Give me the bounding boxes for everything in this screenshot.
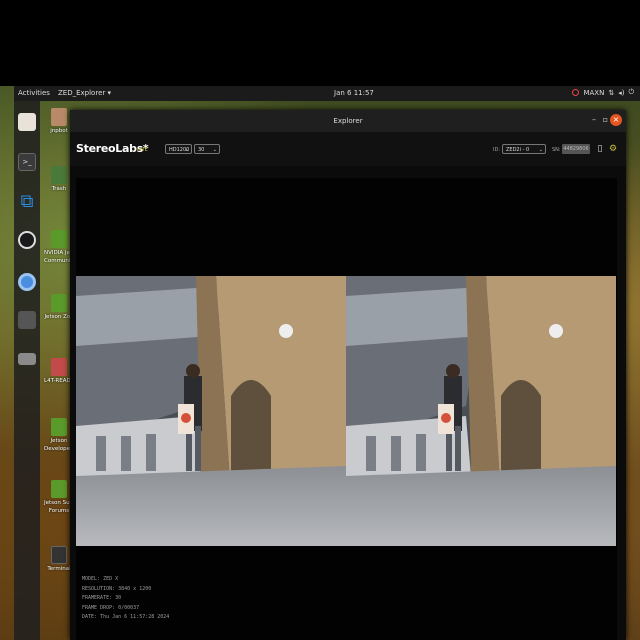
close-button[interactable]: × xyxy=(610,114,622,126)
clock[interactable]: Jan 6 11:57 xyxy=(334,89,374,97)
battery-icon[interactable]: ▯ xyxy=(595,143,605,155)
explorer-window: Explorer – ▫ × StereoLabs* LIVE HD1200 ⌄… xyxy=(70,110,626,640)
chevron-down-icon: ⌄ xyxy=(212,147,217,153)
left-camera-frame xyxy=(76,276,346,546)
obs-icon[interactable] xyxy=(18,231,36,249)
camera-scene-left xyxy=(76,276,346,546)
info-date: DATE: Thu Jan 6 11:57:28 2024 xyxy=(82,614,170,620)
system-tray[interactable]: MAXN ⇅ ◂) ⏻ xyxy=(572,88,634,97)
camera-scene-right xyxy=(346,276,616,546)
window-titlebar[interactable]: Explorer – ▫ × xyxy=(70,110,626,132)
screen-top-black xyxy=(0,0,640,86)
files-icon[interactable] xyxy=(18,113,36,131)
chevron-down-icon: ⌄ xyxy=(538,147,543,153)
drive-icon[interactable] xyxy=(18,353,36,365)
gear-icon[interactable]: ⚙ xyxy=(608,143,618,155)
camera-info-panel: MODEL: ZED X RESOLUTION: 3840 x 1200 FRA… xyxy=(82,575,169,623)
power-icon[interactable]: ⏻ xyxy=(628,88,634,97)
info-framerate: FRAMERATE: 30 xyxy=(82,595,122,601)
app-menu[interactable]: ZED_Explorer ▾ xyxy=(58,89,111,97)
camera-id-value: ZED2i - 0 xyxy=(506,147,530,153)
terminal-icon[interactable]: >_ xyxy=(18,153,36,171)
gnome-top-bar: Activities ZED_Explorer ▾ Jan 6 11:57 MA… xyxy=(14,86,640,101)
app-toolbar: StereoLabs* LIVE HD1200 ⌄ 30 ⌄ ID: ZED2i… xyxy=(70,132,626,166)
network-icon[interactable]: ⇅ xyxy=(608,89,614,97)
camera-id-select[interactable]: ZED2i - 0 ⌄ xyxy=(502,144,546,154)
activities-button[interactable]: Activities xyxy=(18,89,50,97)
nvidia-icon[interactable] xyxy=(572,89,580,96)
info-frame-drop: FRAME DROP: 0/00037 xyxy=(82,604,140,611)
app-grid-icon[interactable] xyxy=(18,311,36,329)
right-camera-frame xyxy=(346,276,616,546)
sn-label: SN: xyxy=(552,147,561,153)
fps-select[interactable]: 30 ⌄ xyxy=(194,144,220,154)
chromium-icon[interactable] xyxy=(18,273,36,291)
id-label: ID: xyxy=(493,147,501,153)
dock: >_ ⧉ xyxy=(14,101,40,640)
vscode-icon[interactable]: ⧉ xyxy=(18,193,36,211)
chevron-down-icon: ⌄ xyxy=(184,147,189,153)
window-title: Explorer xyxy=(333,117,363,125)
volume-icon[interactable]: ◂) xyxy=(618,89,624,97)
fps-value: 30 xyxy=(198,147,205,153)
power-mode-label[interactable]: MAXN xyxy=(583,89,604,97)
info-model: MODEL: ZED X xyxy=(82,576,119,582)
video-viewer: MODEL: ZED X RESOLUTION: 3840 x 1200 FRA… xyxy=(76,178,617,640)
info-resolution: RESOLUTION: 3840 x 1200 xyxy=(82,585,152,592)
serial-number-field: 44829806 xyxy=(562,144,590,154)
maximize-button[interactable]: ▫ xyxy=(603,115,608,124)
live-indicator: LIVE xyxy=(137,147,148,153)
minimize-button[interactable]: – xyxy=(592,115,596,124)
resolution-select[interactable]: HD1200 ⌄ xyxy=(165,144,192,154)
